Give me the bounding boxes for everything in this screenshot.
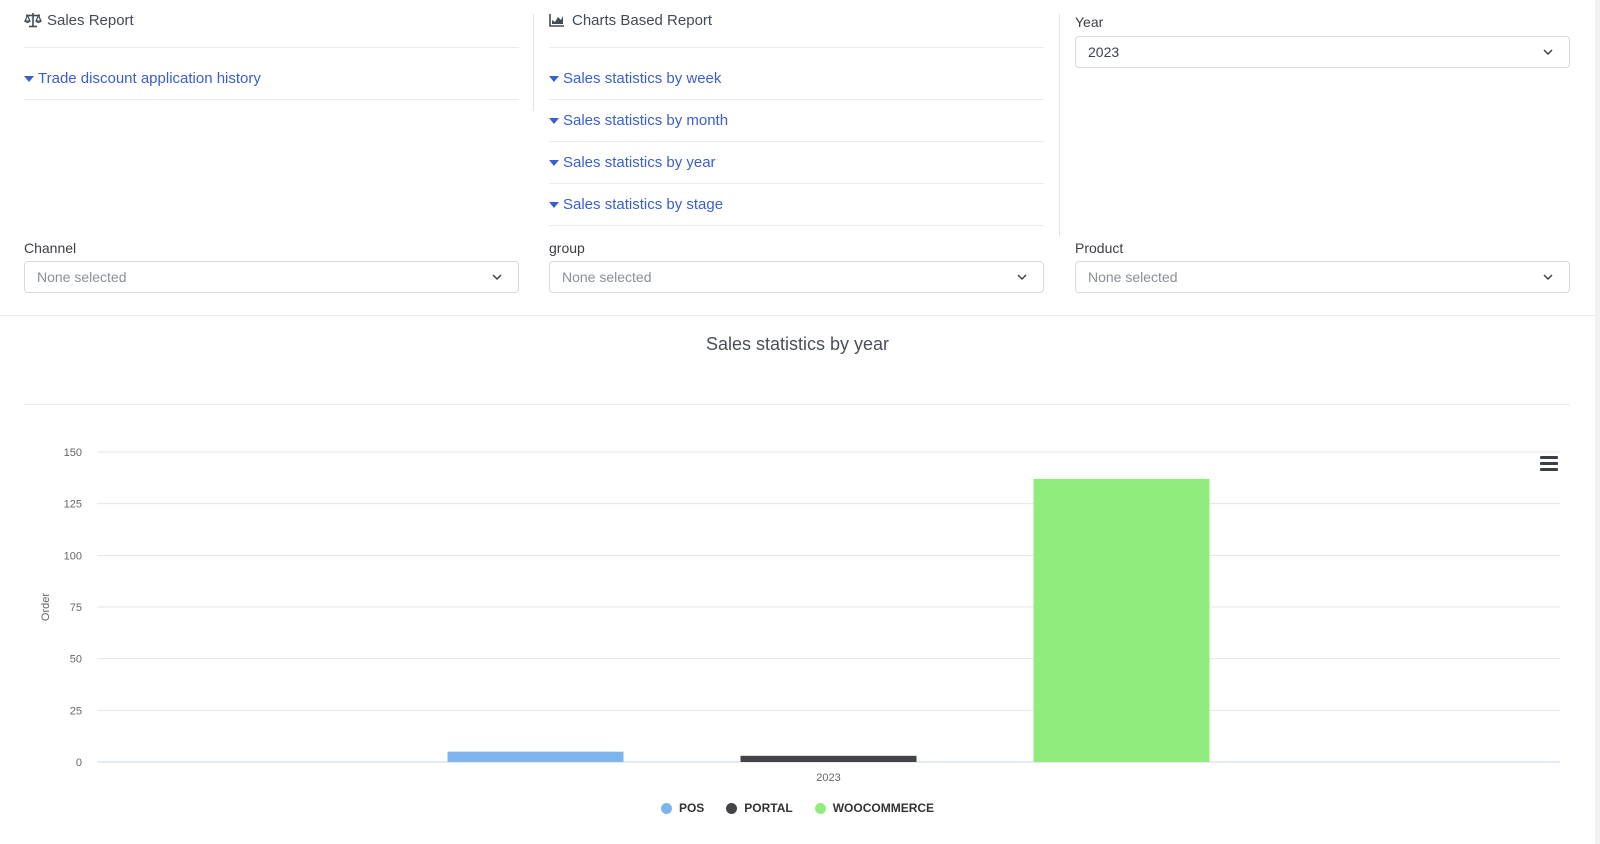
link-label: Trade discount application history — [38, 70, 261, 87]
legend-label: WOOCOMMERCE — [832, 801, 935, 815]
product-select[interactable]: None selected — [1075, 261, 1570, 293]
chart-menu-icon[interactable] — [1540, 456, 1558, 472]
year-select[interactable]: 2023 — [1075, 36, 1570, 68]
sales-by-week-link[interactable]: Sales statistics by week — [549, 58, 1044, 100]
sales-report-heading: Sales Report — [24, 0, 519, 48]
y-tick-label: 50 — [70, 654, 82, 666]
balance-scale-icon — [24, 12, 42, 28]
link-label: Sales statistics by week — [563, 70, 722, 87]
chart-header-divider — [24, 404, 1570, 405]
legend-item-pos[interactable]: POS — [660, 801, 705, 815]
chart-legend: POS PORTAL WOOCOMMERCE — [0, 801, 1595, 815]
bar-pos — [447, 751, 624, 762]
y-axis-label: Order — [40, 593, 52, 621]
area-chart-icon — [549, 12, 567, 28]
bar-woocommerce — [1033, 478, 1210, 762]
y-tick-label: 100 — [64, 550, 82, 562]
column-divider — [533, 14, 534, 111]
sales-by-year-link[interactable]: Sales statistics by year — [549, 142, 1044, 184]
link-label: Sales statistics by stage — [563, 196, 724, 213]
legend-marker — [726, 802, 738, 814]
y-tick-label: 0 — [76, 757, 82, 769]
legend-item-woocommerce[interactable]: WOOCOMMERCE — [814, 801, 935, 815]
channel-select[interactable]: None selected — [24, 261, 519, 293]
trade-discount-history-link[interactable]: Trade discount application history — [24, 58, 519, 100]
sales-report-title: Sales Report — [47, 12, 134, 29]
chevron-down-icon — [1543, 49, 1553, 56]
legend-label: PORTAL — [744, 801, 793, 815]
legend-label: POS — [678, 801, 705, 815]
product-label: Product — [1075, 240, 1124, 256]
channel-label: Channel — [24, 240, 77, 256]
caret-down-icon — [549, 202, 559, 208]
chevron-down-icon — [492, 274, 502, 281]
legend-marker — [660, 802, 672, 814]
scrollbar-track[interactable] — [1595, 0, 1600, 844]
chevron-down-icon — [1543, 274, 1553, 281]
caret-down-icon — [549, 118, 559, 124]
y-tick-label: 125 — [64, 499, 82, 511]
charts-report-panel: Charts Based Report Sales statistics by … — [549, 0, 1044, 226]
caret-down-icon — [24, 76, 34, 82]
sales-by-stage-link[interactable]: Sales statistics by stage — [549, 184, 1044, 226]
y-tick-label: 25 — [70, 705, 82, 717]
sales-by-month-link[interactable]: Sales statistics by month — [549, 100, 1044, 142]
section-divider — [0, 315, 1595, 316]
bar-portal — [740, 755, 917, 762]
group-select[interactable]: None selected — [549, 261, 1044, 293]
link-label: Sales statistics by month — [563, 112, 729, 129]
group-label: group — [549, 240, 585, 256]
y-tick-label: 75 — [70, 602, 82, 614]
charts-report-heading: Charts Based Report — [549, 0, 1044, 48]
channel-select-value: None selected — [37, 269, 127, 285]
sales-report-panel: Sales Report Trade discount application … — [24, 0, 519, 100]
caret-down-icon — [549, 76, 559, 82]
charts-report-title: Charts Based Report — [572, 12, 713, 29]
caret-down-icon — [549, 160, 559, 166]
chevron-down-icon — [1017, 274, 1027, 281]
column-divider — [1059, 14, 1060, 236]
group-select-value: None selected — [562, 269, 652, 285]
legend-marker — [814, 802, 826, 814]
year-select-value: 2023 — [1088, 44, 1120, 60]
year-label: Year — [1075, 14, 1104, 30]
y-tick-label: 150 — [64, 447, 82, 459]
link-label: Sales statistics by year — [563, 154, 716, 171]
legend-item-portal[interactable]: PORTAL — [726, 801, 793, 815]
x-tick-label: 2023 — [816, 772, 840, 784]
product-select-value: None selected — [1088, 269, 1178, 285]
chart-title: Sales statistics by year — [705, 334, 890, 354]
